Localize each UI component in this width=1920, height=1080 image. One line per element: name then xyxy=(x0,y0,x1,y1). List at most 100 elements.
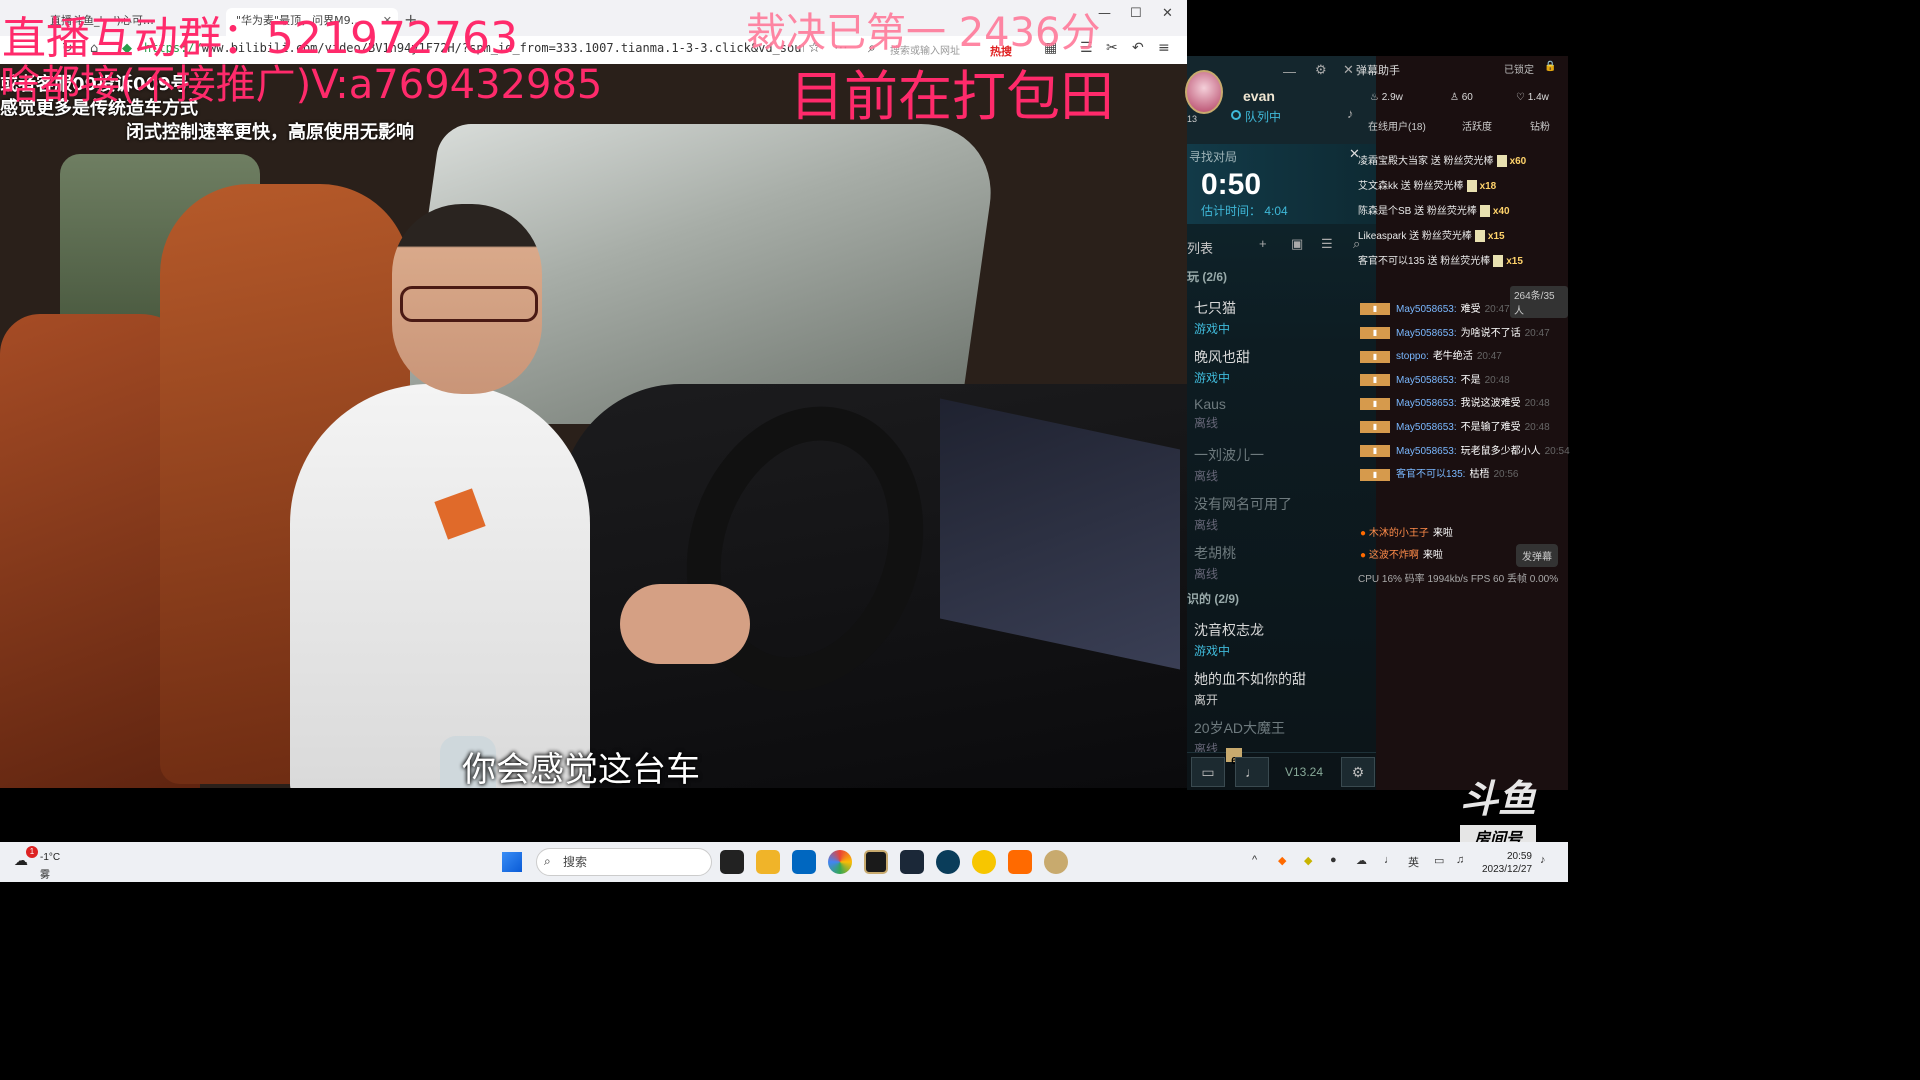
friend-name: 晚风也甜 xyxy=(1194,349,1250,365)
menu-icon[interactable]: ≡ xyxy=(1158,40,1170,56)
fan-level-badge: ▮ xyxy=(1360,444,1390,457)
game-launcher-icon[interactable] xyxy=(864,850,888,874)
steam-icon[interactable] xyxy=(900,850,924,874)
network-icon[interactable]: ▭ xyxy=(1434,854,1444,867)
chat-user[interactable]: May5058653: xyxy=(1396,422,1457,433)
bell-icon[interactable]: ♪ xyxy=(1540,854,1546,866)
app-circle-icon[interactable] xyxy=(936,850,960,874)
chat-user[interactable]: stoppo: xyxy=(1396,351,1429,362)
chat-time: 20:54 xyxy=(1544,445,1570,457)
gift-count: x15 xyxy=(1506,256,1523,267)
chat-user[interactable]: May5058653: xyxy=(1396,328,1457,339)
friend-item[interactable]: 晚风也甜 游戏中 xyxy=(1194,347,1372,386)
welcome-user[interactable]: 木沐的小王子 xyxy=(1369,528,1429,539)
app-yellow-icon[interactable] xyxy=(972,850,996,874)
tray-app-icon[interactable]: ◆ xyxy=(1278,854,1286,867)
chat-user[interactable]: May5058653: xyxy=(1396,446,1457,457)
chat-text: 枯梧 xyxy=(1469,469,1490,481)
undo-icon[interactable]: ↶ xyxy=(1132,40,1144,56)
taskbar-search[interactable]: 搜索 xyxy=(536,848,712,876)
douyu-logo: 斗鱼 xyxy=(1459,777,1536,821)
chat-text: 难受 xyxy=(1460,304,1481,315)
start-windows-icon[interactable] xyxy=(502,852,522,872)
close-icon[interactable]: ✕ xyxy=(1343,62,1354,78)
gift-message: 陈森是个SB 送 粉丝荧光棒 x40 xyxy=(1358,202,1510,218)
browser-app-icon[interactable] xyxy=(828,850,852,874)
douyu-app-icon[interactable] xyxy=(1008,850,1032,874)
chat-user[interactable]: May5058653: xyxy=(1396,375,1457,386)
add-folder-icon[interactable]: ▣ xyxy=(1291,236,1303,252)
tray-app-icon[interactable]: ● xyxy=(1330,854,1337,866)
chevron-up-icon[interactable]: ^ xyxy=(1252,854,1257,866)
search-icon: ⌕ xyxy=(544,854,551,868)
glowstick-gift-icon xyxy=(1496,155,1507,168)
stream-performance: CPU 16% 码率 1994kb/s FPS 60 丢帧 0.00% xyxy=(1358,574,1559,585)
gear-icon[interactable]: ⚙ xyxy=(1315,62,1327,78)
lock-icon[interactable]: 🔒 xyxy=(1544,61,1556,72)
friend-item[interactable]: 七只猫 游戏中 xyxy=(1194,298,1372,337)
league-client-icon[interactable] xyxy=(1044,850,1068,874)
user-count: 60 xyxy=(1461,92,1473,103)
chat-text: 玩老鼠多少都小人 xyxy=(1460,445,1541,457)
chat-message: ▮ May5058653: 不是 20:48 xyxy=(1360,371,1510,387)
volume-icon[interactable]: ♫ xyxy=(1456,854,1464,866)
friend-item[interactable]: 老胡桃 离线 xyxy=(1194,543,1372,582)
queue-status-icon xyxy=(1231,110,1241,120)
minimize-icon[interactable]: — xyxy=(1283,64,1296,79)
username: evan xyxy=(1243,88,1275,104)
settings-gear-button[interactable]: ⚙ xyxy=(1341,757,1375,787)
fire-count: 2.9w xyxy=(1381,92,1403,103)
friend-item[interactable]: 一刘波儿一 离线 xyxy=(1194,445,1372,484)
mic-button[interactable]: ♩ xyxy=(1235,757,1269,787)
chat-user[interactable]: May5058653: xyxy=(1396,398,1457,409)
cloud-icon[interactable]: ☁ xyxy=(1356,854,1367,867)
microphone-icon[interactable]: ♩ xyxy=(1384,854,1395,866)
friend-group-header[interactable]: 识的 (2/9) xyxy=(1187,590,1239,607)
chat-time: 20:47 xyxy=(1484,304,1510,315)
chat-user[interactable]: May5058653: xyxy=(1396,304,1457,315)
friend-item[interactable]: 没有网名可用了 离线 xyxy=(1194,494,1372,533)
video-player[interactable]: 你会感觉这台车 xyxy=(0,64,1187,788)
friend-item[interactable]: 她的血不如你的甜 离开 xyxy=(1194,669,1372,708)
chat-user[interactable]: 客官不可以135: xyxy=(1396,469,1465,480)
gift-count: x15 xyxy=(1487,231,1505,242)
welcome-message: ● 这波不炸啊 来啦 xyxy=(1360,546,1443,561)
friend-item[interactable]: 沈音权志龙 游戏中 xyxy=(1194,620,1372,659)
glowstick-gift-icon xyxy=(1466,180,1477,193)
add-friend-icon[interactable]: + xyxy=(1259,236,1267,251)
tab-online-users[interactable]: 在线用户(18) xyxy=(1368,118,1426,133)
chat-time: 20:48 xyxy=(1484,374,1510,386)
friend-status: 离线 xyxy=(1194,567,1219,581)
friend-group-header[interactable]: 玩 (2/6) xyxy=(1187,268,1227,285)
client-version: V13.24 xyxy=(1285,765,1324,779)
lock-status[interactable]: 已锁定 xyxy=(1504,61,1534,76)
temperature: -1°C xyxy=(40,852,61,863)
bell-icon[interactable]: ♪ xyxy=(1347,106,1354,121)
gift-text: 客官不可以135 送 粉丝荧光棒 xyxy=(1358,256,1491,267)
gift-message: 艾文森kk 送 粉丝荧光棒 x18 xyxy=(1358,177,1496,193)
clock-time: 20:59 xyxy=(1506,851,1532,862)
overlay-text-line3: 闭式控制速率更快，高原使用无影响 xyxy=(126,122,414,143)
store-icon[interactable] xyxy=(792,850,816,874)
send-danmaku-button[interactable]: 发弹幕 xyxy=(1516,544,1558,567)
tab-activity[interactable]: 活跃度 xyxy=(1462,118,1492,133)
welcome-user[interactable]: 这波不炸啊 xyxy=(1369,550,1419,561)
tab-diamond-fans[interactable]: 钻粉 xyxy=(1530,118,1550,133)
friend-item[interactable]: Kaus 离线 xyxy=(1194,396,1372,431)
avatar[interactable] xyxy=(1185,70,1223,114)
system-clock[interactable]: 20:59 2023/12/27 xyxy=(1482,850,1532,876)
close-window-button[interactable]: ✕ xyxy=(1162,6,1173,21)
chat-text: 不是输了难受 xyxy=(1460,422,1521,433)
friend-status: 离线 xyxy=(1194,518,1219,532)
list-view-icon[interactable]: ☰ xyxy=(1321,236,1333,252)
task-view-icon[interactable] xyxy=(720,850,744,874)
input-method[interactable]: 英 xyxy=(1408,854,1419,870)
heart-stat: ♡ 1.4w xyxy=(1516,92,1549,103)
file-explorer-icon[interactable] xyxy=(756,850,780,874)
maximize-button[interactable]: ☐ xyxy=(1130,6,1142,21)
tray-app-icon[interactable]: ◆ xyxy=(1304,854,1312,867)
friend-name: 老胡桃 xyxy=(1194,545,1236,561)
heart-count: 1.4w xyxy=(1527,92,1549,103)
chat-button[interactable]: ▭ 6 xyxy=(1191,748,1242,787)
weather-condition: 雾 xyxy=(40,870,50,881)
